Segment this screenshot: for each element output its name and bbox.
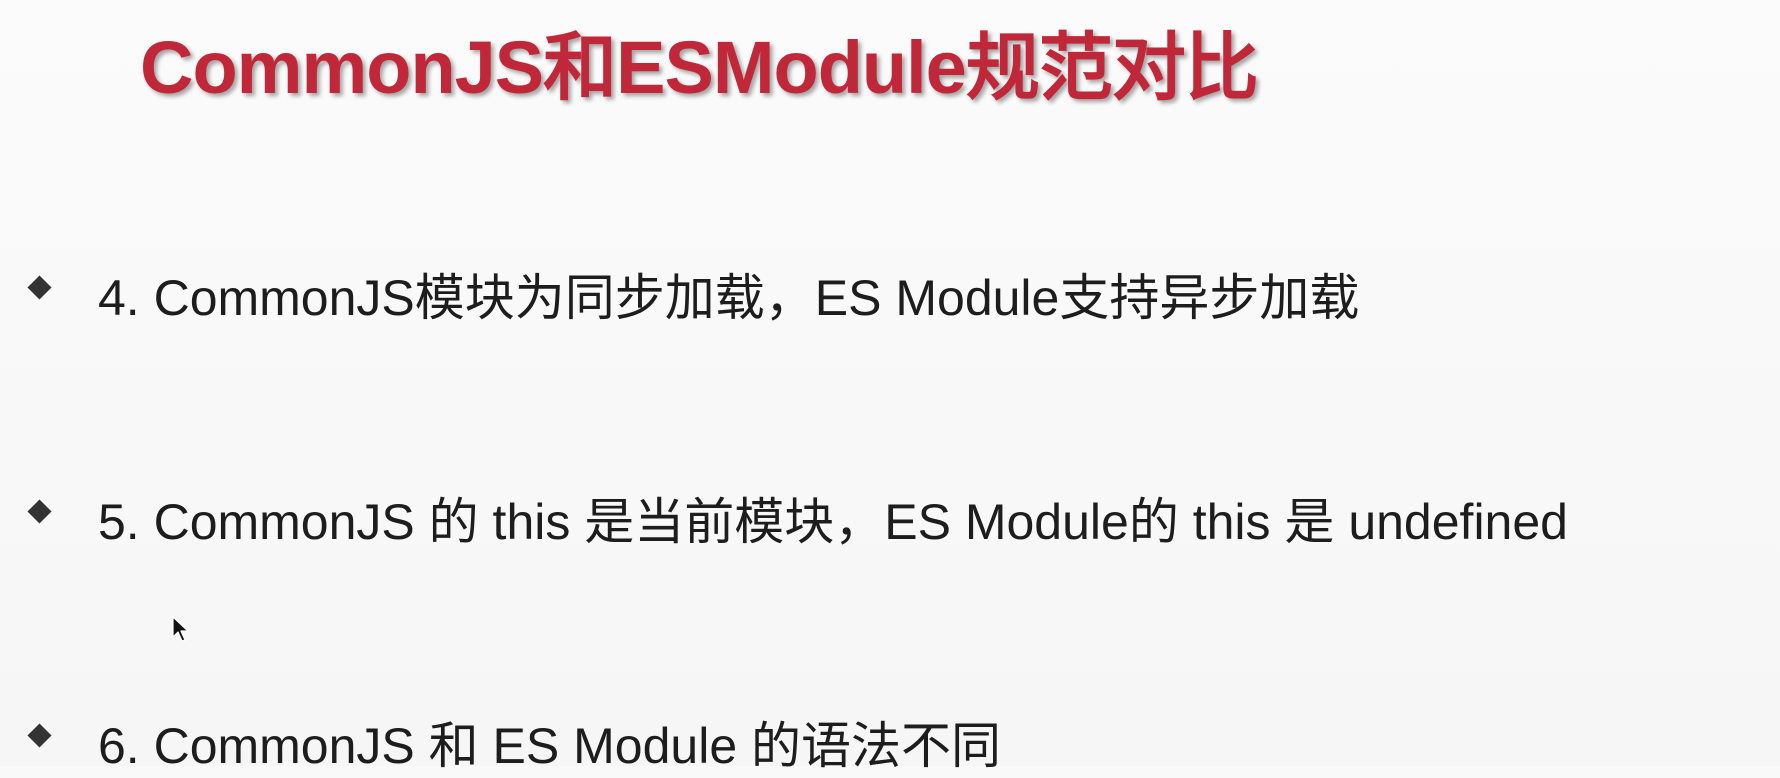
- diamond-bullet-icon: [27, 723, 52, 748]
- bullet-text: 5. CommonJS 的 this 是当前模块，ES Module的 this…: [98, 494, 1568, 550]
- diamond-bullet-icon: [27, 499, 52, 524]
- slide-title: CommonJS和ESModule规范对比: [140, 26, 1259, 109]
- bullet-text: 4. CommonJS模块为同步加载，ES Module支持异步加载: [98, 270, 1360, 326]
- bullet-text: 6. CommonJS 和 ES Module 的语法不同: [98, 718, 1002, 774]
- slide: CommonJS和ESModule规范对比 4. CommonJS模块为同步加载…: [0, 0, 1780, 774]
- diamond-bullet-icon: [27, 275, 52, 300]
- mouse-pointer-icon: [172, 616, 189, 642]
